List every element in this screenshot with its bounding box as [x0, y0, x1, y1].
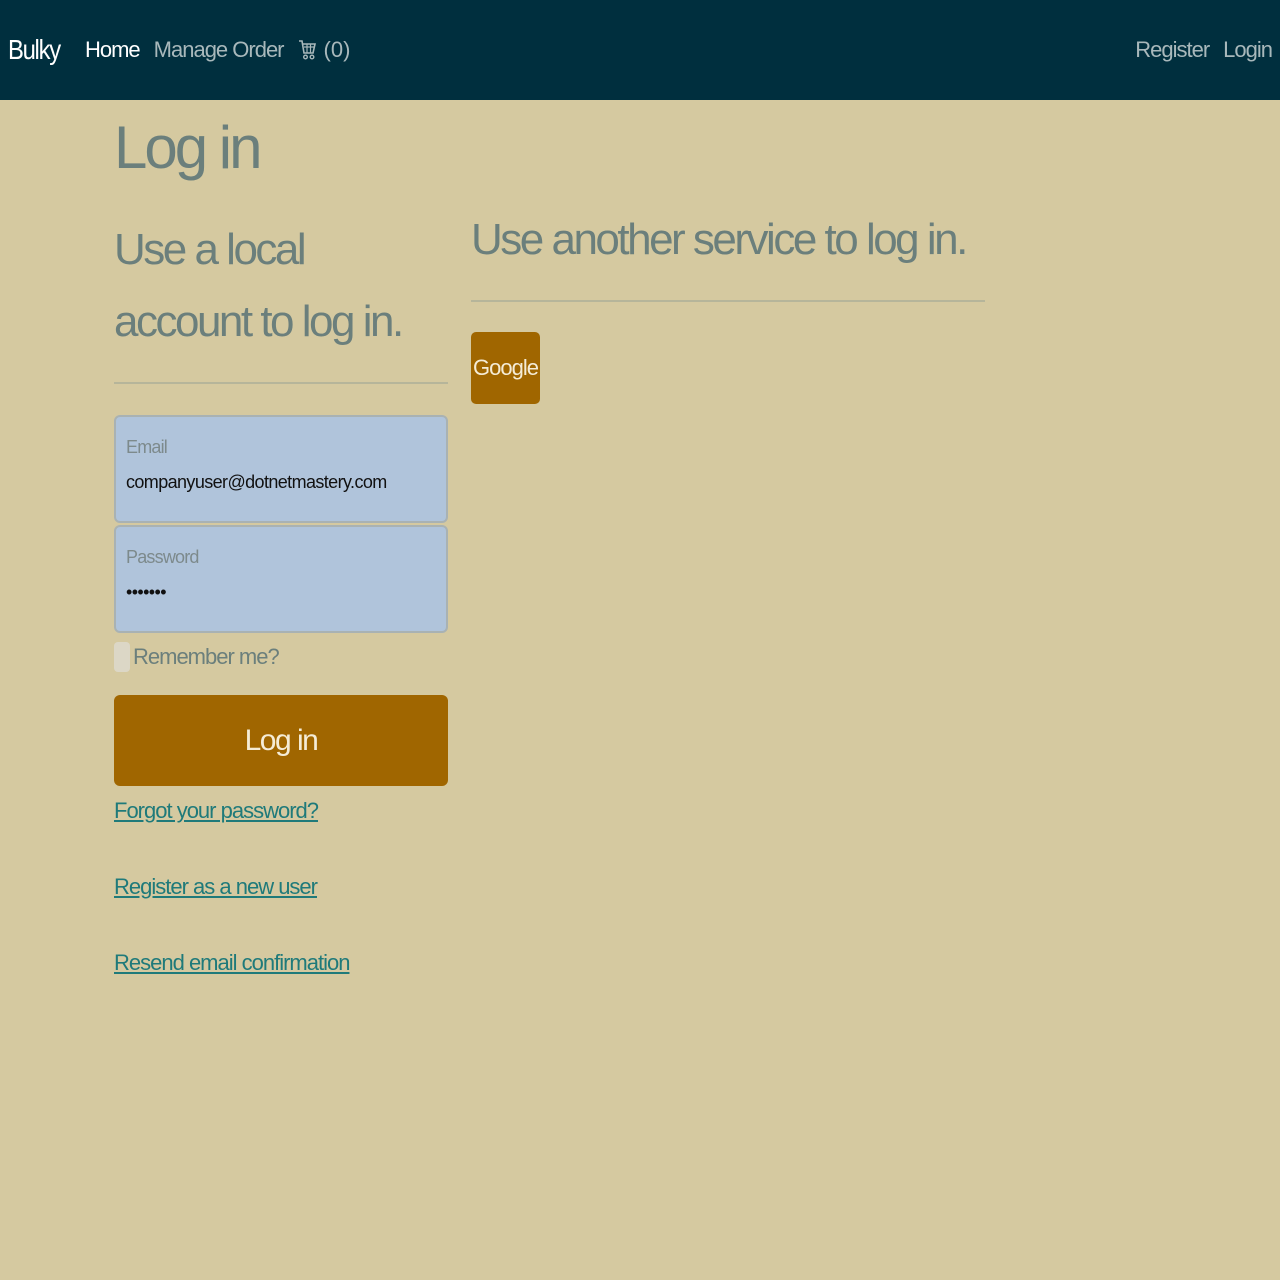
page-title: Log in [114, 114, 262, 181]
resend-confirmation-link[interactable]: Resend email confirmation [114, 950, 448, 976]
external-login-heading: Use another service to log in. [471, 215, 968, 264]
remember-me-row: Remember me? [114, 642, 448, 672]
password-label: Password [126, 547, 199, 567]
divider [471, 300, 985, 302]
nav-left: Home Manage Order (0) [85, 37, 350, 63]
cart-icon [298, 40, 316, 60]
email-label: Email [126, 437, 168, 457]
top-navbar: Bulky Home Manage Order (0) Register Log… [0, 0, 1280, 100]
remember-me-checkbox[interactable] [114, 642, 130, 672]
nav-link-manage-order[interactable]: Manage Order [154, 37, 285, 63]
local-login-heading: Use a local account to log in. [114, 225, 404, 346]
local-login-section: Use a local account to log in. Email com… [114, 214, 448, 1026]
password-input[interactable]: ••••••• [126, 582, 436, 603]
forgot-password-link[interactable]: Forgot your password? [114, 798, 448, 824]
google-login-button[interactable]: Google [471, 332, 540, 404]
divider [114, 382, 448, 384]
nav-link-register[interactable]: Register [1135, 37, 1210, 63]
email-field[interactable]: Email companyuser@dotnetmastery.com [114, 415, 448, 523]
email-input[interactable]: companyuser@dotnetmastery.com [126, 472, 436, 493]
nav-right: Register Login [1121, 37, 1273, 63]
password-field[interactable]: Password ••••••• [114, 525, 448, 633]
login-button[interactable]: Log in [114, 695, 448, 786]
account-links: Forgot your password? Register as a new … [114, 798, 448, 1026]
remember-me-label[interactable]: Remember me? [133, 644, 280, 670]
external-login-section: Use another service to log in. Google [471, 214, 985, 404]
register-link[interactable]: Register as a new user [114, 874, 448, 900]
nav-link-login[interactable]: Login [1223, 37, 1273, 63]
nav-link-home[interactable]: Home [85, 37, 141, 63]
cart-link[interactable]: (0) [298, 37, 351, 63]
brand-logo[interactable]: Bulky [8, 34, 61, 66]
cart-count: (0) [323, 37, 351, 62]
